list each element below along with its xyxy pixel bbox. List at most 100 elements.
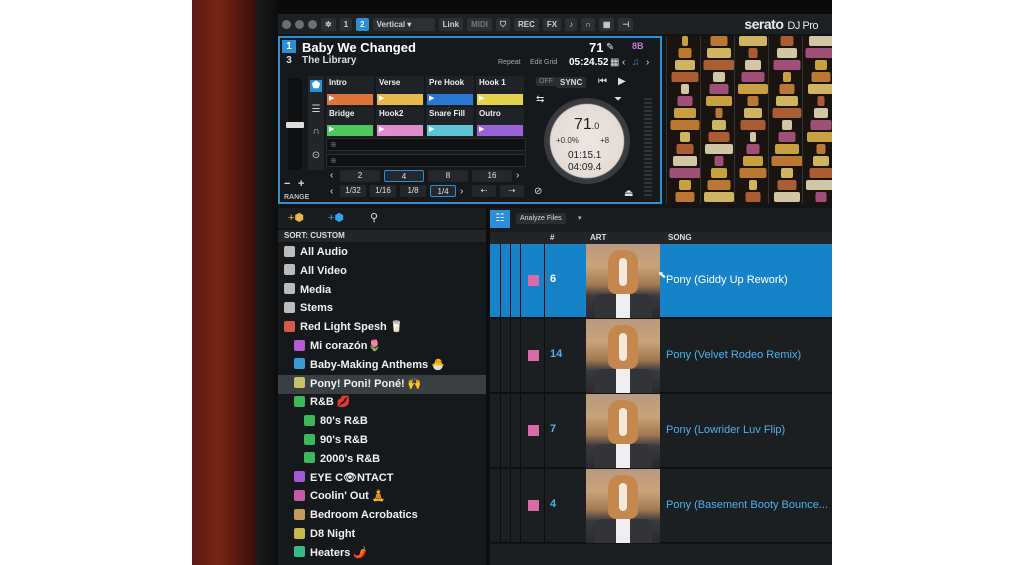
crate-item[interactable]: Pony! Poni! Poné! 🙌	[278, 374, 486, 394]
list-view-icon[interactable]: ☷	[490, 210, 510, 228]
crate-item[interactable]: Baby-Making Anthems 🐣	[278, 356, 486, 375]
virtual-platter[interactable]: 71.0 +0.0% +8 01:15.1 04:09.4	[544, 98, 630, 184]
analyze-files-button[interactable]: Analyze Files	[516, 213, 566, 224]
crate-item[interactable]: D8 Night	[278, 525, 486, 544]
edit-pencil-icon[interactable]: ✎	[606, 42, 614, 53]
crate-item[interactable]: Heaters 🌶️	[278, 544, 486, 563]
cue-pad[interactable]: Outro	[476, 107, 524, 137]
analyze-dropdown-icon[interactable]: ▾	[578, 214, 582, 222]
deck-1-button[interactable]: 1	[339, 17, 353, 31]
pitch-minus-button[interactable]: −	[284, 178, 290, 190]
beatjump-right-button[interactable]: ⇢	[500, 185, 524, 197]
pitch-plus-button[interactable]: +	[298, 178, 304, 190]
flip-slot-2[interactable]: ⊕	[326, 154, 526, 167]
chevron-right-icon[interactable]: ›	[646, 57, 649, 68]
grid-icon[interactable]: ▦	[610, 57, 619, 68]
layout-select[interactable]: Vertical ▾	[372, 17, 435, 31]
cue-pad[interactable]: Intro	[326, 76, 374, 106]
censor-icon[interactable]: ⇆	[536, 94, 544, 105]
table-row[interactable]: 6 Pony (Giddy Up Rework) ⬉	[490, 244, 832, 318]
cue-pad[interactable]: Pre Hook	[426, 76, 474, 106]
display-icon[interactable]: ▦	[598, 17, 615, 31]
table-row-partial[interactable]	[490, 544, 832, 565]
cue-pad[interactable]: Snare Fill	[426, 107, 474, 137]
table-row[interactable]: 7 Pony (Lowrider Luv Flip)	[490, 394, 832, 468]
beatjump-back-icon[interactable]: ‹	[330, 186, 333, 197]
window-close-dot[interactable]	[282, 19, 291, 29]
cue-pad[interactable]: Hook2	[376, 107, 424, 137]
sync-off-button[interactable]: OFF	[536, 77, 556, 86]
cue-pad[interactable]: Verse	[376, 76, 424, 106]
library-toggle-icon[interactable]: ⊣	[618, 17, 634, 31]
sync-button[interactable]: SYNC	[556, 77, 587, 88]
loop-halve-icon[interactable]: ‹	[330, 170, 333, 181]
deck-2-button[interactable]: 2	[356, 17, 369, 31]
waveform-column[interactable]	[700, 36, 737, 204]
crate-item[interactable]: Media	[278, 281, 486, 300]
note-icon[interactable]: ♫	[632, 57, 640, 68]
rec-button[interactable]: REC	[513, 17, 539, 31]
loop-button[interactable]: 1/16	[370, 185, 396, 197]
table-row[interactable]: 4 Pony (Basement Booty Bounce...	[490, 469, 832, 543]
column-art[interactable]: ART	[590, 233, 606, 242]
crate-item[interactable]: 2000's R&B	[278, 450, 486, 469]
waveform-column[interactable]	[734, 36, 771, 204]
window-zoom-dot[interactable]	[308, 19, 317, 29]
slip-icon[interactable]: ⏷	[614, 94, 622, 105]
eject-icon[interactable]: ⏏	[624, 188, 633, 199]
pitch-fader-handle[interactable]	[286, 122, 304, 128]
crate-item[interactable]: Mi corazón🌷	[278, 337, 486, 356]
key-lock-icon[interactable]: ⊘	[534, 186, 542, 197]
chevron-left-icon[interactable]: ‹	[622, 57, 625, 68]
loop-button[interactable]: 8	[428, 170, 468, 182]
chevron-right-small-icon[interactable]: ›	[460, 186, 463, 197]
flip-slot-1[interactable]: ⊕	[326, 138, 526, 151]
cue-pad[interactable]: Bridge	[326, 107, 374, 137]
add-crate-icon[interactable]: +⬢	[288, 211, 304, 224]
search-icon[interactable]: ⚲	[370, 211, 378, 224]
crate-item[interactable]: All Video	[278, 262, 486, 281]
settings-icon[interactable]: ✲	[321, 17, 336, 31]
loop-double-icon[interactable]: ›	[516, 170, 519, 181]
add-smart-crate-icon[interactable]: +⬢	[328, 211, 344, 224]
repeat-button[interactable]: Repeat	[498, 59, 521, 66]
loop-button[interactable]: 4	[384, 170, 424, 182]
window-minimize-dot[interactable]	[295, 19, 304, 29]
table-row[interactable]: 14 Pony (Velvet Rodeo Remix)	[490, 319, 832, 393]
fx-button[interactable]: FX	[542, 17, 562, 31]
crate-item[interactable]: Bedroom Acrobatics	[278, 506, 486, 525]
headphones-icon[interactable]: ∩	[581, 17, 595, 31]
flip-mode-icon[interactable]: ⊙	[310, 150, 322, 162]
loop-button[interactable]: 1/32	[340, 185, 366, 197]
shield-icon[interactable]: ⛉	[495, 17, 510, 31]
sort-header[interactable]: SORT: CUSTOM	[278, 230, 486, 242]
edit-grid-button[interactable]: Edit Grid	[530, 59, 557, 66]
crate-item[interactable]: Coolin' Out 🧘	[278, 487, 486, 506]
waveform-column[interactable]	[768, 36, 805, 204]
beatjump-left-button[interactable]: ⇠	[472, 185, 496, 197]
range-button[interactable]: RANGE	[284, 194, 309, 201]
crate-item[interactable]: All Audio	[278, 243, 486, 262]
prev-track-icon[interactable]: ⏮	[598, 76, 607, 87]
loop-mode-icon[interactable]: ☰	[310, 104, 322, 116]
loop-button[interactable]: 1/4	[430, 185, 456, 197]
sampler-icon[interactable]: ♪	[565, 17, 578, 31]
waveform-column[interactable]	[802, 36, 832, 204]
crate-item[interactable]: Stems	[278, 299, 486, 318]
link-button[interactable]: Link	[438, 17, 464, 31]
crate-item[interactable]: EYE C👁NTACT	[278, 469, 486, 488]
crate-item[interactable]: R&B 💋	[278, 393, 486, 412]
cue-mode-icon[interactable]: ⬟	[310, 80, 322, 92]
waveform-column[interactable]	[666, 36, 703, 204]
loop-button[interactable]: 16	[472, 170, 512, 182]
crate-item[interactable]: 80's R&B	[278, 412, 486, 431]
cue-pad[interactable]: Hook 1	[476, 76, 524, 106]
column-song[interactable]: SONG	[668, 233, 692, 242]
roll-mode-icon[interactable]: ∩	[310, 126, 322, 138]
crate-item[interactable]: Red Light Spesh 🥛	[278, 318, 486, 337]
play-icon[interactable]: ▶	[618, 76, 626, 87]
column-number[interactable]: #	[550, 233, 554, 242]
loop-button[interactable]: 2	[340, 170, 380, 182]
midi-button[interactable]: MIDI	[467, 17, 492, 31]
crate-item[interactable]: 90's R&B	[278, 431, 486, 450]
